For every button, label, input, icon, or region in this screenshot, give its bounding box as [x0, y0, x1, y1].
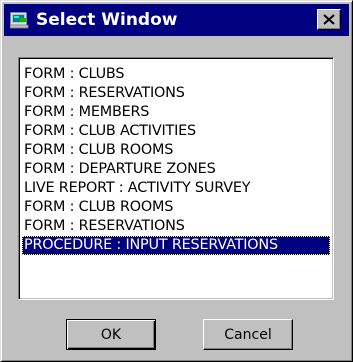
list-item[interactable]: FORM : CLUB ROOMS	[22, 141, 330, 160]
list-item[interactable]: FORM : MEMBERS	[22, 103, 330, 122]
title-bar[interactable]: Select Window	[4, 4, 349, 36]
close-icon	[323, 10, 335, 29]
list-item[interactable]: FORM : DEPARTURE ZONES	[22, 160, 330, 179]
select-window-dialog: Select Window FORM : CLUBS FORM : RESERV…	[0, 0, 353, 362]
window-app-icon	[9, 11, 30, 29]
list-item[interactable]: FORM : CLUBS	[22, 65, 330, 84]
list-item[interactable]: FORM : CLUB ACTIVITIES	[22, 122, 330, 141]
list-item[interactable]: FORM : CLUB ROOMS	[22, 198, 330, 217]
list-item-selected[interactable]: PROCEDURE : INPUT RESERVATIONS	[22, 236, 330, 255]
window-title: Select Window	[36, 10, 178, 30]
window-listbox[interactable]: FORM : CLUBS FORM : RESERVATIONS FORM : …	[18, 57, 334, 300]
cancel-button[interactable]: Cancel	[203, 319, 293, 350]
close-button[interactable]	[317, 9, 341, 30]
list-item[interactable]: FORM : RESERVATIONS	[22, 84, 330, 103]
window-list: FORM : CLUBS FORM : RESERVATIONS FORM : …	[22, 65, 330, 255]
list-item[interactable]: LIVE REPORT : ACTIVITY SURVEY	[22, 179, 330, 198]
list-item[interactable]: FORM : RESERVATIONS	[22, 217, 330, 236]
ok-button[interactable]: OK	[66, 319, 156, 350]
